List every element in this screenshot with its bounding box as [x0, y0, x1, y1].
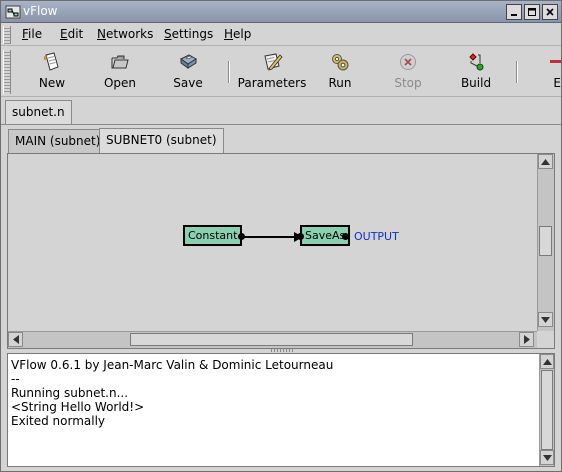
- network-canvas[interactable]: Constant SaveAs OUTPUT: [8, 154, 537, 331]
- minimize-icon: [511, 14, 517, 16]
- output-console-frame: VFlow 0.6.1 by Jean-Marc Valin & Dominic…: [7, 353, 555, 467]
- open-button[interactable]: Open: [90, 51, 150, 95]
- close-button[interactable]: [542, 4, 558, 20]
- scroll-left-button[interactable]: [8, 332, 23, 347]
- vertical-scroll-thumb[interactable]: [539, 226, 552, 256]
- canvas-vertical-scrollbar[interactable]: [537, 154, 554, 331]
- maximize-icon: [528, 8, 536, 16]
- console-line: VFlow 0.6.1 by Jean-Marc Valin & Dominic…: [11, 358, 334, 372]
- parameters-button[interactable]: Parameters: [237, 51, 307, 95]
- network-canvas-frame: Constant SaveAs OUTPUT: [7, 153, 555, 349]
- maximize-button[interactable]: [524, 4, 540, 20]
- tab-main-subnet[interactable]: MAIN (subnet): [8, 129, 108, 153]
- tab-divider: [1, 124, 561, 125]
- new-document-icon: [43, 52, 59, 71]
- toolbar-separator: [228, 61, 230, 83]
- run-button[interactable]: Run: [310, 51, 370, 95]
- new-button[interactable]: New: [22, 51, 82, 95]
- console-scroll-thumb[interactable]: [541, 370, 553, 450]
- scroll-right-button[interactable]: [519, 332, 534, 347]
- menu-settings[interactable]: Settings: [164, 27, 213, 41]
- saveas-output-port[interactable]: [342, 233, 349, 240]
- title-bar[interactable]: vFlow: [1, 1, 561, 23]
- minimize-button[interactable]: [506, 4, 522, 20]
- arrow-up-icon: [542, 358, 552, 365]
- vflow-window: vFlow File Edit Networks Settings Help N…: [0, 0, 562, 472]
- arrow-right-icon: [523, 335, 530, 344]
- overflow-toolbar-button[interactable]: E: [526, 51, 561, 95]
- output-terminal-label: OUTPUT: [354, 230, 399, 243]
- menu-help[interactable]: Help: [224, 27, 251, 41]
- toolbar-separator: [516, 61, 518, 83]
- window-title: vFlow: [23, 4, 58, 18]
- pane-resize-grip[interactable]: [271, 349, 293, 352]
- menu-file[interactable]: File: [22, 27, 42, 41]
- folder-open-icon: [111, 55, 129, 69]
- horizontal-scroll-thumb[interactable]: [130, 333, 413, 346]
- console-scroll-down-button[interactable]: [540, 450, 554, 465]
- edit-parameters-icon: [264, 53, 283, 71]
- connection-link[interactable]: [244, 230, 304, 244]
- arrow-left-icon: [12, 335, 19, 344]
- console-scroll-up-button[interactable]: [540, 354, 554, 369]
- node-constant[interactable]: Constant: [183, 225, 243, 246]
- run-gears-icon: [332, 54, 349, 71]
- console-line: <String Hello World!>: [11, 400, 145, 414]
- console-line: --: [11, 372, 20, 386]
- scroll-down-button[interactable]: [538, 312, 553, 327]
- stop-icon: [400, 54, 416, 70]
- output-console[interactable]: VFlow 0.6.1 by Jean-Marc Valin & Dominic…: [8, 354, 539, 466]
- stop-button[interactable]: Stop: [378, 51, 438, 95]
- menu-edit[interactable]: Edit: [60, 27, 83, 41]
- tab-subnet0-subnet[interactable]: SUBNET0 (subnet): [99, 128, 224, 153]
- saveas-input-port[interactable]: [297, 233, 304, 240]
- menu-networks[interactable]: Networks: [97, 27, 153, 41]
- arrow-up-icon: [541, 158, 550, 165]
- scroll-up-button[interactable]: [538, 154, 553, 169]
- console-line: Running subnet.n...: [11, 386, 129, 400]
- console-line: Exited normally: [11, 414, 106, 428]
- build-button[interactable]: Build: [446, 51, 506, 95]
- app-icon: [5, 5, 21, 19]
- menu-bar: File Edit Networks Settings Help: [1, 24, 561, 46]
- close-icon: [546, 8, 554, 16]
- arrow-down-icon: [542, 454, 552, 461]
- toolbar: New Open Save Parameters Run Stop Build …: [1, 47, 561, 97]
- floppy-disk-icon: [180, 54, 197, 69]
- exit-icon: [550, 60, 561, 63]
- tab-subnet-n[interactable]: subnet.n: [5, 100, 72, 124]
- canvas-horizontal-scrollbar[interactable]: [8, 331, 537, 348]
- menubar-handle[interactable]: [3, 26, 11, 44]
- build-icon: [469, 53, 484, 71]
- save-button[interactable]: Save: [158, 51, 218, 95]
- arrow-down-icon: [541, 316, 550, 323]
- console-vertical-scrollbar[interactable]: [539, 354, 554, 466]
- toolbar-handle[interactable]: [3, 50, 11, 94]
